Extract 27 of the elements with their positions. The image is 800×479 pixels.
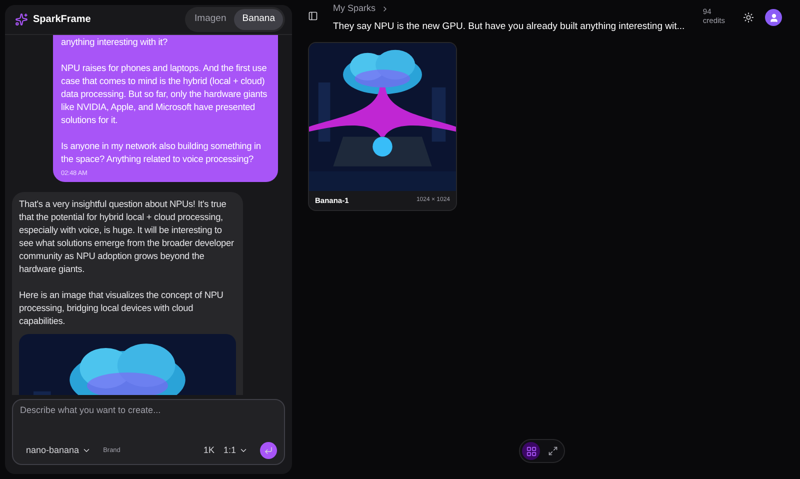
message-paragraph: Is anyone in my network also building something in the space? Anything related to voice processing? [61,140,262,166]
aspect-dropdown[interactable]: 1:1 [223,444,248,458]
prompt-field[interactable]: Describe what you want to create... [20,404,277,418]
model-tab[interactable]: Banana [234,9,283,30]
view-toggle-button[interactable] [522,442,540,460]
expand-icon [548,446,558,456]
message-paragraph: That's a very insightful question about NPUs! It's true that the potential for hybrid local + cloud processing, especially with voice, is huge. It will be interesting to see what solutions emerge from the broader developer community as NPU adoption grows beyond the hardware giants. [19,198,235,276]
brand-name: SparkFrame [33,13,91,27]
page-title: They say NPU is the new GPU. But have you already built anything interesting wit... [333,20,685,34]
user-icon [768,12,778,22]
message-paragraph: NPU raises for phones and laptops. And the first use case that comes to mind is the hybrid (local + cloud) data processing. But so far, only the hardware giants like NVIDIA, Apple, and Microsoft have presented solutions for it. [61,62,268,127]
message-paragraph: anything interesting with it? [61,36,168,49]
user-avatar[interactable] [765,9,782,26]
grid-icon [526,446,536,456]
chevron-down-icon [82,446,92,455]
send-button[interactable] [260,442,277,459]
sidebar-toggle-icon[interactable] [308,11,318,21]
chevron-down-icon [239,446,248,455]
logo-icon [15,13,28,26]
enter-icon [264,446,273,455]
message-paragraph: Here is an image that visualizes the concept of NPU processing, bridging local devices with cloud capabilities. [19,289,224,328]
breadcrumb-link[interactable]: My Sparks [333,2,376,16]
model-dropdown[interactable]: nano-banana [26,444,92,458]
sun-icon [743,12,754,23]
model-tab[interactable]: Imagen [186,9,234,30]
theme-toggle[interactable] [743,12,754,23]
resolution-button[interactable]: 1K [203,444,214,458]
